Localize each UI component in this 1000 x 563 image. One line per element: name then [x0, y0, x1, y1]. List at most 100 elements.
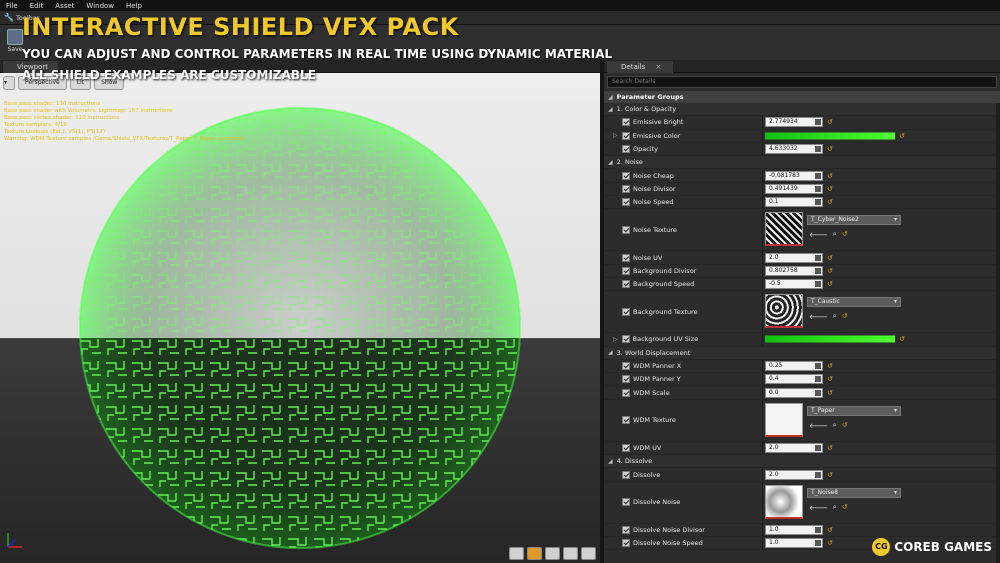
spin-icon[interactable] [815, 267, 821, 274]
collapse-arrow-icon[interactable]: ◢ [608, 349, 613, 356]
parameter-number-input[interactable]: 0.4 [765, 374, 823, 385]
texture-thumbnail[interactable] [765, 484, 803, 519]
preview-plane-button[interactable] [545, 547, 560, 560]
parameter-groups-header[interactable]: ◢ Parameter Groups [604, 91, 1000, 103]
menu-item[interactable]: Asset [49, 2, 80, 10]
parameter-number-input[interactable]: 1.0 [765, 524, 823, 535]
use-selected-arrow-icon[interactable]: 🡐 [809, 230, 828, 239]
parameter-checkbox[interactable] [621, 131, 630, 140]
reset-arrow-icon[interactable]: ↺ [827, 444, 833, 452]
texture-asset-dropdown[interactable]: T_Cyber_Noise2 [807, 215, 901, 226]
color-swatch[interactable] [765, 335, 895, 343]
texture-asset-dropdown[interactable]: T_Caustic [807, 297, 901, 308]
texture-asset-dropdown[interactable]: T_Paper [807, 405, 901, 416]
parameter-checkbox[interactable] [622, 198, 630, 207]
color-swatch[interactable] [765, 132, 895, 140]
reset-arrow-icon[interactable]: ↺ [827, 526, 833, 534]
spin-icon[interactable] [815, 471, 821, 478]
menu-item[interactable]: File [0, 2, 24, 10]
menu-item[interactable]: Edit [24, 2, 50, 10]
spin-icon[interactable] [815, 146, 821, 153]
viewport[interactable]: ▾ Perspective Lit Show Base pass shader:… [0, 73, 600, 563]
menu-item[interactable]: Window [80, 2, 120, 10]
browse-search-icon[interactable]: ⌕ [833, 503, 837, 512]
reset-arrow-icon[interactable]: ↺ [899, 335, 905, 343]
spin-icon[interactable] [815, 199, 821, 206]
preview-mesh-button[interactable] [581, 547, 596, 560]
reset-arrow-icon[interactable]: ↺ [842, 312, 848, 321]
parameter-checkbox[interactable] [622, 266, 630, 275]
details-tab[interactable]: Details × [607, 61, 674, 73]
parameter-checkbox[interactable] [622, 470, 630, 479]
expand-arrow-icon[interactable]: ▷ [613, 336, 618, 343]
spin-icon[interactable] [815, 389, 821, 396]
spin-icon[interactable] [815, 376, 821, 383]
parameter-checkbox[interactable] [622, 539, 630, 548]
close-icon[interactable]: × [656, 63, 662, 71]
expand-arrow-icon[interactable]: ▷ [613, 132, 618, 139]
reset-arrow-icon[interactable]: ↺ [827, 172, 833, 180]
parameter-checkbox[interactable] [622, 375, 630, 384]
parameter-number-input[interactable]: 1.0 [765, 538, 823, 549]
parameter-number-input[interactable]: 0.0 [765, 387, 823, 398]
texture-thumbnail[interactable] [765, 402, 803, 437]
viewport-options-button[interactable]: ▾ [3, 76, 15, 90]
reset-arrow-icon[interactable]: ↺ [827, 539, 833, 547]
use-selected-arrow-icon[interactable]: 🡐 [809, 503, 828, 512]
menu-item[interactable]: Help [120, 2, 148, 10]
spin-icon[interactable] [815, 363, 821, 370]
collapse-arrow-icon[interactable]: ◢ [608, 458, 613, 465]
parameter-checkbox[interactable] [622, 416, 630, 425]
texture-asset-dropdown[interactable]: T_Noise8 [807, 487, 901, 498]
parameter-number-input[interactable]: 0.25 [765, 361, 823, 372]
spin-icon[interactable] [815, 254, 821, 261]
parameter-checkbox[interactable] [622, 253, 630, 262]
spin-icon[interactable] [815, 540, 821, 547]
parameter-checkbox[interactable] [622, 525, 630, 534]
parameter-checkbox[interactable] [622, 307, 630, 316]
texture-thumbnail[interactable] [765, 294, 803, 329]
reset-arrow-icon[interactable]: ↺ [827, 118, 833, 126]
spin-icon[interactable] [815, 185, 821, 192]
reset-arrow-icon[interactable]: ↺ [827, 145, 833, 153]
use-selected-arrow-icon[interactable]: 🡐 [809, 421, 828, 430]
reset-arrow-icon[interactable]: ↺ [827, 389, 833, 397]
parameter-checkbox[interactable] [622, 388, 630, 397]
parameter-checkbox[interactable] [621, 335, 630, 344]
preview-sphere-button[interactable] [527, 547, 542, 560]
reset-arrow-icon[interactable]: ↺ [899, 132, 905, 140]
parameter-checkbox[interactable] [622, 145, 630, 154]
details-scrollbar[interactable] [996, 103, 1000, 563]
reset-arrow-icon[interactable]: ↺ [827, 198, 833, 206]
reset-arrow-icon[interactable]: ↺ [827, 375, 833, 383]
reset-arrow-icon[interactable]: ↺ [827, 254, 833, 262]
texture-thumbnail[interactable] [765, 212, 803, 247]
preview-cube-button[interactable] [563, 547, 578, 560]
reset-arrow-icon[interactable]: ↺ [827, 185, 833, 193]
spin-icon[interactable] [815, 281, 821, 288]
parameter-checkbox[interactable] [622, 171, 630, 180]
parameter-number-input[interactable]: 2.0 [765, 442, 823, 453]
collapse-arrow-icon[interactable]: ◢ [608, 106, 613, 113]
spin-icon[interactable] [815, 444, 821, 451]
parameter-checkbox[interactable] [622, 225, 630, 234]
spin-icon[interactable] [815, 526, 821, 533]
parameter-checkbox[interactable] [622, 498, 630, 507]
parameter-number-input[interactable]: 2.0 [765, 252, 823, 263]
browse-search-icon[interactable]: ⌕ [833, 421, 837, 430]
reset-arrow-icon[interactable]: ↺ [842, 503, 848, 512]
parameter-checkbox[interactable] [622, 118, 630, 127]
reset-arrow-icon[interactable]: ↺ [827, 280, 833, 288]
parameter-checkbox[interactable] [622, 184, 630, 193]
reset-arrow-icon[interactable]: ↺ [827, 471, 833, 479]
spin-icon[interactable] [815, 172, 821, 179]
parameter-number-input[interactable]: 0.491439 [765, 183, 823, 194]
parameter-number-input[interactable]: 2.774934 [765, 117, 823, 128]
reset-arrow-icon[interactable]: ↺ [842, 230, 848, 239]
browse-search-icon[interactable]: ⌕ [833, 312, 837, 321]
details-search-input[interactable]: Search Details [607, 76, 997, 88]
parameter-number-input[interactable]: -0.081783 [765, 170, 823, 181]
reset-arrow-icon[interactable]: ↺ [827, 362, 833, 370]
use-selected-arrow-icon[interactable]: 🡐 [809, 312, 828, 321]
browse-search-icon[interactable]: ⌕ [833, 230, 837, 239]
